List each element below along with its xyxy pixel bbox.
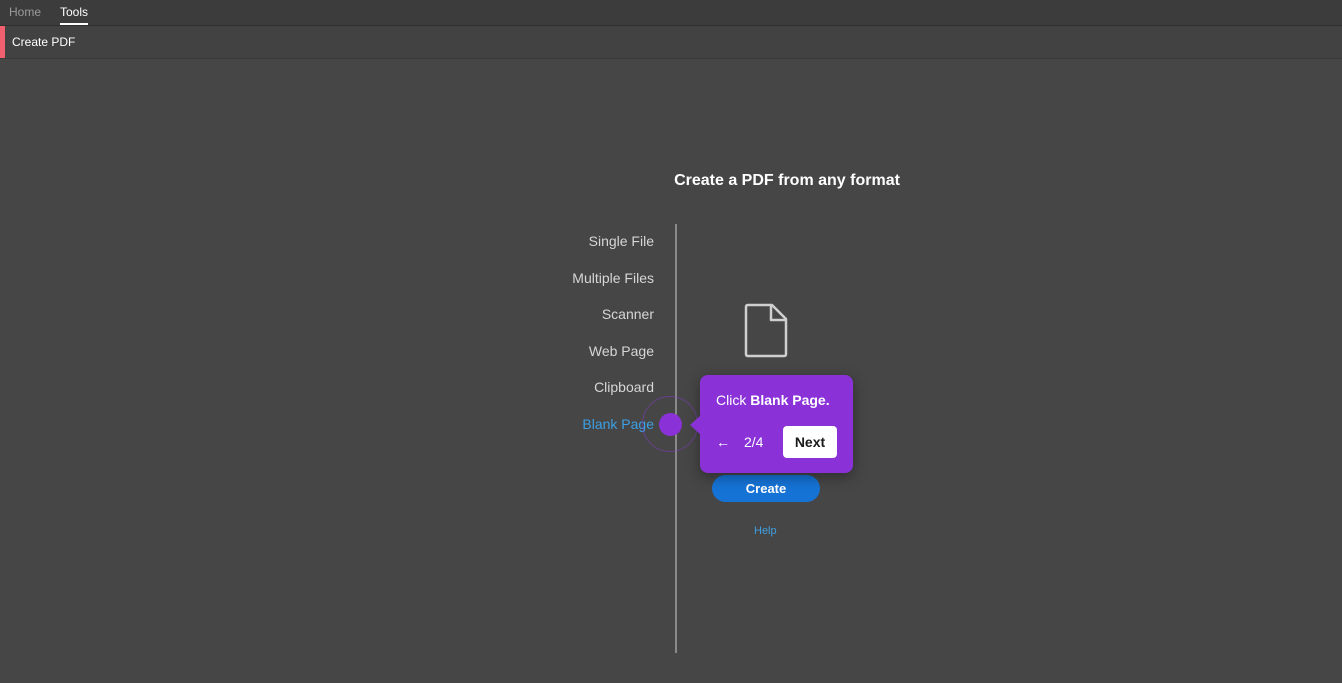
help-link[interactable]: Help: [754, 525, 777, 537]
option-web-page[interactable]: Web Page: [589, 343, 654, 359]
tool-header: Create PDF: [0, 26, 1342, 59]
create-button[interactable]: Create: [712, 475, 820, 502]
guide-tooltip: Click Blank Page. ← 2/4 Next: [690, 375, 853, 473]
option-multiple-files[interactable]: Multiple Files: [572, 270, 654, 286]
tooltip-instruction: Click Blank Page.: [716, 392, 830, 408]
tool-title: Create PDF: [12, 35, 76, 49]
next-button[interactable]: Next: [783, 426, 837, 458]
tab-tools[interactable]: Tools: [60, 5, 89, 25]
option-scanner[interactable]: Scanner: [602, 306, 654, 322]
option-single-file[interactable]: Single File: [589, 233, 654, 249]
option-clipboard[interactable]: Clipboard: [594, 379, 654, 395]
top-nav-bar: Home Tools: [0, 0, 1342, 26]
tooltip-prefix: Click: [716, 392, 751, 408]
page-title: Create a PDF from any format: [674, 172, 900, 189]
step-counter: 2/4: [744, 434, 764, 450]
tooltip-emphasis: Blank Page.: [750, 392, 830, 408]
guide-hotspot[interactable]: [659, 413, 682, 436]
blank-file-icon: [744, 303, 788, 358]
tool-accent-bar: [0, 26, 5, 58]
back-arrow-icon[interactable]: ←: [716, 434, 730, 450]
tab-home[interactable]: Home: [9, 5, 41, 19]
